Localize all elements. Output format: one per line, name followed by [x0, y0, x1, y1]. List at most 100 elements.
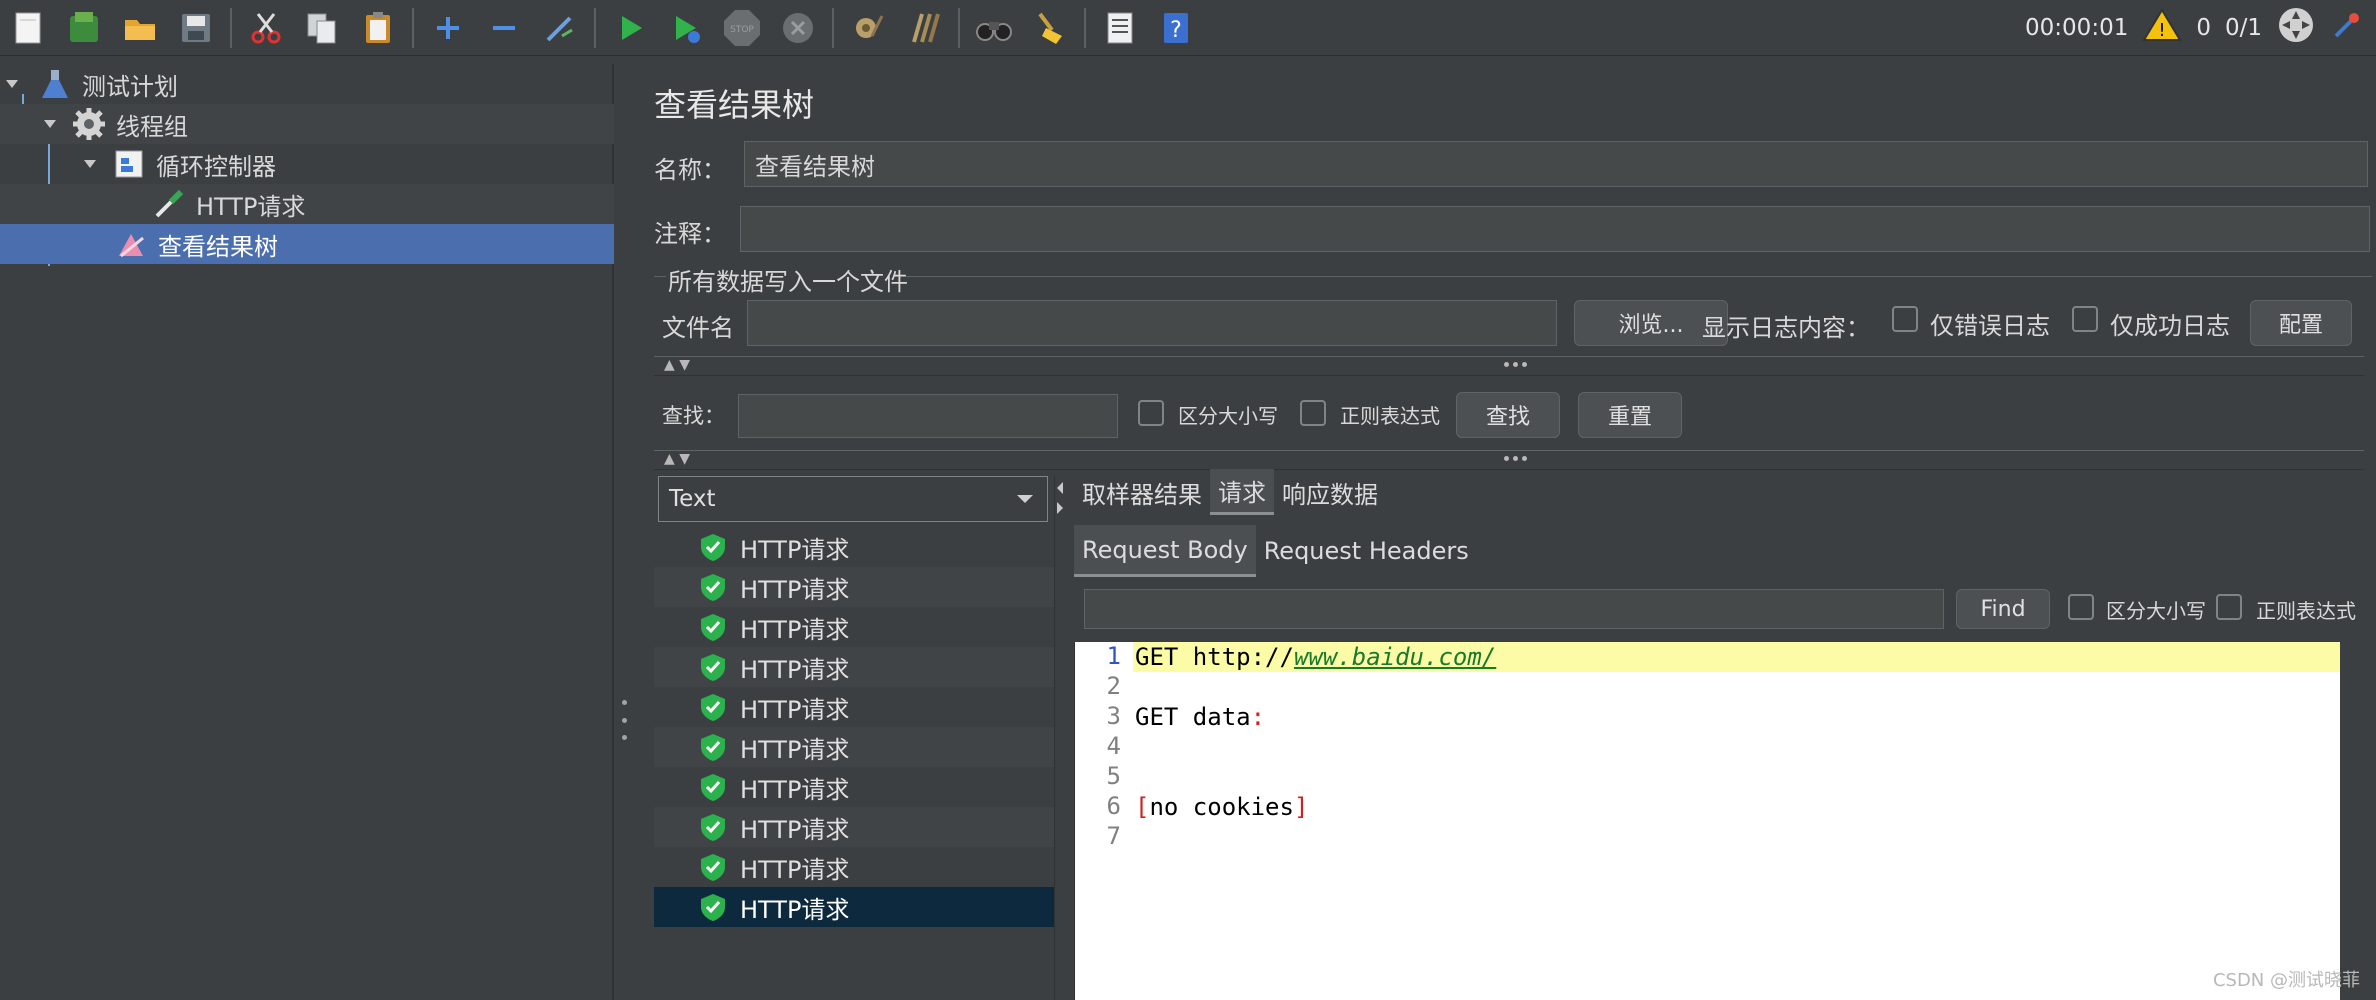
tab-sampler-result[interactable]: 取样器结果 — [1074, 469, 1210, 515]
result-item[interactable]: HTTP请求 — [654, 887, 1054, 927]
result-item[interactable]: HTTP请求 — [654, 607, 1054, 647]
name-field[interactable]: 查看结果树 — [744, 141, 2368, 187]
copy-icon[interactable] — [300, 6, 344, 50]
drag-dots-icon[interactable] — [1504, 362, 1527, 367]
success-shield-icon — [701, 774, 725, 801]
vertical-scrollbar[interactable] — [2340, 642, 2364, 1000]
templates-icon[interactable] — [62, 6, 106, 50]
start-icon[interactable] — [608, 6, 652, 50]
tree-item-thread-group[interactable]: 线程组 — [0, 104, 614, 144]
comment-field[interactable] — [740, 206, 2370, 252]
split-arrows-icon[interactable] — [1055, 480, 1067, 520]
configure-button[interactable]: 配置 — [2250, 300, 2352, 346]
add-icon[interactable] — [426, 6, 470, 50]
code-content[interactable]: GET http://www.baidu.com/ GET data: [no … — [1133, 642, 2340, 1000]
result-item[interactable]: HTTP请求 — [654, 567, 1054, 607]
tab-request-headers[interactable]: Request Headers — [1256, 525, 1477, 577]
tree-item-label: 测试计划 — [82, 72, 178, 101]
open-icon[interactable] — [118, 6, 162, 50]
success-shield-icon — [701, 654, 725, 681]
line-number: 3 — [1106, 702, 1121, 730]
request-body-editor[interactable]: 1 2 3 4 5 6 7 GET http://www.baidu.com/ … — [1074, 642, 2364, 1000]
toolbar-separator — [1084, 7, 1086, 48]
result-item[interactable]: HTTP请求 — [654, 687, 1054, 727]
result-item[interactable]: HTTP请求 — [654, 527, 1054, 567]
save-icon[interactable] — [174, 6, 218, 50]
collapse-arrows-icon[interactable]: ▲ ▼ — [664, 357, 690, 373]
section-divider[interactable]: ▲ ▼ — [654, 356, 2364, 376]
tab-request-body[interactable]: Request Body — [1074, 525, 1256, 577]
loop-controller-icon — [112, 147, 146, 181]
stop-icon[interactable]: STOP — [720, 6, 764, 50]
shutdown-icon[interactable] — [776, 6, 820, 50]
tab-response-data[interactable]: 响应数据 — [1274, 469, 1386, 515]
new-icon[interactable] — [6, 6, 50, 50]
result-item[interactable]: HTTP请求 — [654, 767, 1054, 807]
clear-all-icon[interactable] — [902, 6, 946, 50]
result-item[interactable]: HTTP请求 — [654, 727, 1054, 767]
group-border — [906, 276, 2372, 277]
request-subtabs: Request Body Request Headers — [1074, 525, 1477, 577]
wand-icon[interactable] — [538, 6, 582, 50]
help-icon[interactable]: ? — [1154, 6, 1198, 50]
view-results-tree-panel: 查看结果树 名称： 查看结果树 注释： 所有数据写入一个文件 文件名 浏览...… — [634, 64, 2376, 1000]
test-plan-tree: 测试计划 线程组 循环控制器 HTTP请求 查看结果树 — [0, 64, 614, 1000]
collapse-arrow-icon[interactable] — [78, 152, 102, 176]
regex-checkbox[interactable] — [1300, 400, 1326, 426]
toolbar-separator — [412, 7, 414, 48]
reset-broom-icon[interactable] — [1028, 6, 1072, 50]
errors-only-checkbox[interactable] — [1892, 306, 1918, 332]
detail-find-input[interactable] — [1084, 589, 1944, 629]
result-item-label: HTTP请求 — [740, 575, 850, 604]
code-line: GET data: — [1133, 702, 2340, 732]
detail-case-checkbox[interactable] — [2068, 594, 2094, 620]
reset-button[interactable]: 重置 — [1578, 392, 1682, 438]
tree-item-http-request[interactable]: HTTP请求 — [0, 184, 614, 224]
request-url-link[interactable]: www.baidu.com/ — [1294, 643, 1496, 671]
success-shield-icon — [701, 614, 725, 641]
svg-text:STOP: STOP — [730, 25, 754, 35]
tree-item-test-plan[interactable]: 测试计划 — [0, 64, 614, 104]
main-split-handle[interactable] — [616, 700, 632, 740]
search-input[interactable] — [738, 394, 1118, 438]
tab-request[interactable]: 请求 — [1210, 469, 1274, 515]
result-item[interactable]: HTTP请求 — [654, 807, 1054, 847]
collapse-arrow-icon[interactable] — [38, 112, 62, 136]
section-divider[interactable]: ▲ ▼ — [654, 450, 2364, 470]
clear-icon[interactable] — [846, 6, 890, 50]
warning-icon[interactable]: ! — [2142, 7, 2183, 49]
search-button[interactable]: 查找 — [1456, 392, 1560, 438]
detail-regex-checkbox[interactable] — [2216, 594, 2242, 620]
results-tree-icon — [114, 227, 148, 261]
remove-icon[interactable] — [482, 6, 526, 50]
success-only-checkbox[interactable] — [2072, 306, 2098, 332]
search-binoculars-icon[interactable] — [972, 6, 1016, 50]
detail-find-button[interactable]: Find — [1956, 589, 2050, 629]
code-punct: ] — [1293, 793, 1309, 821]
cut-icon[interactable] — [244, 6, 288, 50]
active-threads: 0/1 — [2224, 15, 2262, 41]
renderer-select[interactable]: Text — [658, 476, 1048, 522]
results-split-handle[interactable] — [1054, 476, 1066, 1000]
paste-icon[interactable] — [356, 6, 400, 50]
drag-dots-icon[interactable] — [1504, 456, 1527, 461]
collapse-arrow-icon[interactable] — [0, 72, 24, 96]
collapse-arrows-icon[interactable]: ▲ ▼ — [664, 451, 690, 467]
tree-item-loop-controller[interactable]: 循环控制器 — [0, 144, 614, 184]
start-no-pause-icon[interactable] — [664, 6, 708, 50]
case-sensitive-checkbox[interactable] — [1138, 400, 1164, 426]
group-border — [654, 276, 666, 277]
function-helper-icon[interactable] — [1098, 6, 1142, 50]
line-number: 5 — [1106, 762, 1121, 790]
success-shield-icon — [701, 694, 725, 721]
tree-item-label: 循环控制器 — [156, 152, 276, 181]
filename-field[interactable] — [747, 300, 1557, 346]
log-viewer-icon[interactable] — [2330, 8, 2364, 48]
remote-status-icon[interactable] — [2276, 5, 2316, 51]
result-item[interactable]: HTTP请求 — [654, 647, 1054, 687]
detail-regex-label: 正则表达式 — [2256, 599, 2356, 623]
result-item[interactable]: HTTP请求 — [654, 847, 1054, 887]
tree-item-view-results-tree[interactable]: 查看结果树 — [0, 224, 614, 264]
result-item-label: HTTP请求 — [740, 775, 850, 804]
